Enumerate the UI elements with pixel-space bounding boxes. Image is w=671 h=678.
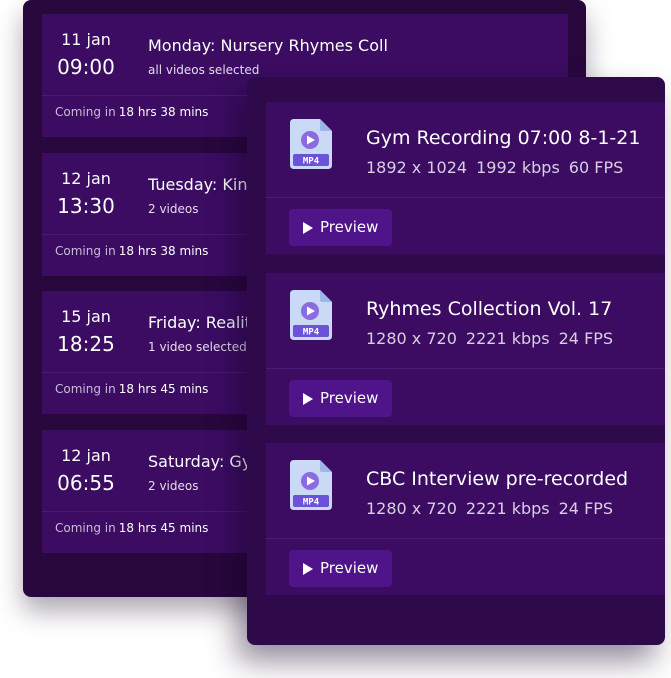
schedule-time: 18:25 bbox=[57, 332, 115, 356]
media-file-specs: 1280 x 720 2221 kbps 24 FPS bbox=[366, 329, 613, 349]
media-resolution: 1892 x 1024 bbox=[366, 158, 468, 177]
play-icon bbox=[303, 562, 313, 575]
app-stage: 11 jan 09:00 Monday: Nursery Rhymes Coll… bbox=[0, 0, 671, 678]
mp4-file-icon: MP4 bbox=[290, 460, 334, 510]
media-divider bbox=[266, 538, 665, 539]
schedule-date: 12 jan bbox=[61, 446, 111, 465]
media-fps: 24 FPS bbox=[558, 329, 614, 348]
play-icon bbox=[303, 221, 313, 234]
countdown-value: 18 hrs 45 mins bbox=[118, 521, 209, 535]
media-divider bbox=[266, 368, 665, 369]
coming-in-label: Coming in bbox=[55, 382, 116, 396]
mp4-file-icon: MP4 bbox=[290, 119, 334, 169]
schedule-subtitle: 2 videos bbox=[148, 479, 199, 493]
countdown-value: 18 hrs 38 mins bbox=[118, 105, 209, 119]
preview-label: Preview bbox=[320, 389, 379, 407]
preview-button[interactable]: Preview bbox=[289, 550, 393, 587]
preview-label: Preview bbox=[320, 218, 379, 236]
media-fps: 24 FPS bbox=[558, 499, 614, 518]
media-resolution: 1280 x 720 bbox=[366, 329, 457, 348]
media-file-card: MP4 Ryhmes Collection Vol. 17 1280 x 720… bbox=[266, 273, 665, 425]
coming-in-label: Coming in bbox=[55, 244, 116, 258]
media-file-name: Gym Recording 07:00 8-1-21 bbox=[366, 127, 641, 149]
preview-label: Preview bbox=[320, 559, 379, 577]
countdown-value: 18 hrs 45 mins bbox=[118, 382, 209, 396]
schedule-date: 11 jan bbox=[61, 30, 111, 49]
countdown-value: 18 hrs 38 mins bbox=[118, 244, 209, 258]
schedule-countdown: Coming in 18 hrs 45 mins bbox=[55, 381, 208, 397]
file-type-label: MP4 bbox=[303, 498, 320, 508]
schedule-subtitle: 1 video selected bbox=[148, 340, 247, 354]
play-icon bbox=[303, 392, 313, 405]
media-file-card: MP4 Gym Recording 07:00 8-1-21 1892 x 10… bbox=[266, 102, 665, 254]
coming-in-label: Coming in bbox=[55, 521, 116, 535]
schedule-time: 13:30 bbox=[57, 194, 115, 218]
media-file-name: Ryhmes Collection Vol. 17 bbox=[366, 298, 613, 320]
media-file-card: MP4 CBC Interview pre-recorded 1280 x 72… bbox=[266, 443, 665, 595]
media-panel: MP4 Gym Recording 07:00 8-1-21 1892 x 10… bbox=[247, 77, 665, 645]
coming-in-label: Coming in bbox=[55, 105, 116, 119]
media-fps: 60 FPS bbox=[568, 158, 624, 177]
media-file-specs: 1892 x 1024 1992 kbps 60 FPS bbox=[366, 158, 623, 178]
schedule-countdown: Coming in 18 hrs 38 mins bbox=[55, 243, 208, 259]
media-bitrate: 2221 kbps bbox=[465, 329, 550, 348]
mp4-file-icon: MP4 bbox=[290, 290, 334, 340]
schedule-subtitle: all videos selected bbox=[148, 63, 260, 77]
media-divider bbox=[266, 197, 665, 198]
media-resolution: 1280 x 720 bbox=[366, 499, 457, 518]
schedule-countdown: Coming in 18 hrs 38 mins bbox=[55, 104, 208, 120]
preview-button[interactable]: Preview bbox=[289, 209, 393, 246]
schedule-subtitle: 2 videos bbox=[148, 202, 199, 216]
schedule-date: 12 jan bbox=[61, 169, 111, 188]
schedule-date: 15 jan bbox=[61, 307, 111, 326]
schedule-countdown: Coming in 18 hrs 45 mins bbox=[55, 520, 208, 536]
media-file-name: CBC Interview pre-recorded bbox=[366, 468, 629, 490]
media-bitrate: 1992 kbps bbox=[476, 158, 560, 177]
schedule-time: 06:55 bbox=[57, 471, 115, 495]
file-type-label: MP4 bbox=[303, 328, 320, 338]
media-bitrate: 2221 kbps bbox=[465, 499, 550, 518]
file-type-label: MP4 bbox=[303, 157, 320, 167]
schedule-time: 09:00 bbox=[57, 55, 115, 79]
media-file-specs: 1280 x 720 2221 kbps 24 FPS bbox=[366, 499, 613, 519]
schedule-title: Monday: Nursery Rhymes Collection bbox=[148, 36, 388, 55]
preview-button[interactable]: Preview bbox=[289, 380, 393, 417]
